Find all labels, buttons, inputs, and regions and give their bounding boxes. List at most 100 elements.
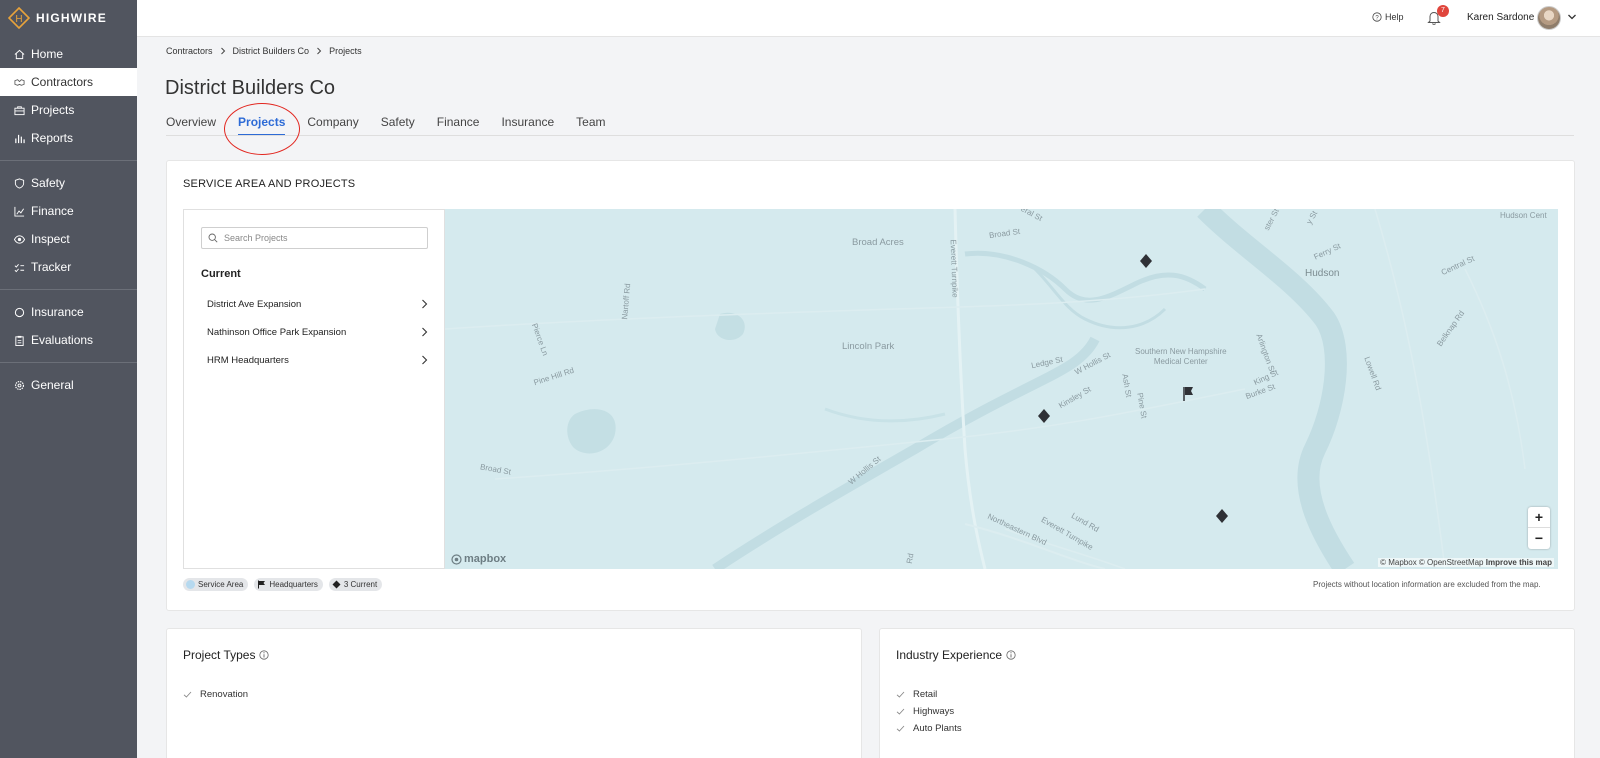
breadcrumb: Contractors District Builders Co Project… (166, 46, 362, 56)
chevron-right-icon (317, 47, 322, 55)
map-background (445, 209, 1526, 569)
search-input[interactable] (224, 233, 414, 243)
current-heading: Current (201, 268, 241, 280)
topbar: ? Help 7 Karen Sardone (137, 0, 1600, 37)
shield-icon (13, 177, 25, 189)
sidebar-item-tracker[interactable]: Tracker (0, 253, 137, 281)
search-icon (208, 233, 218, 243)
tab-insurance[interactable]: Insurance (501, 115, 554, 135)
industry-experience-title: Industry Experience (896, 648, 1003, 662)
map-label: Broad Acres (852, 237, 904, 248)
headquarters-flag-marker (1183, 387, 1193, 401)
tab-overview[interactable]: Overview (166, 115, 216, 135)
sidebar-item-label: Home (31, 47, 64, 61)
legend-label: Service Area (198, 580, 244, 589)
legend-headquarters: Headquarters (254, 578, 323, 591)
project-item-nathinson[interactable]: Nathinson Office Park Expansion (207, 322, 429, 342)
flag-icon (258, 580, 266, 589)
sidebar-item-label: Contractors (31, 75, 94, 89)
sidebar-divider (0, 362, 137, 363)
gear-icon (13, 379, 25, 391)
tab-finance[interactable]: Finance (437, 115, 480, 135)
project-name: Nathinson Office Park Expansion (207, 326, 347, 338)
chevron-right-icon (422, 327, 428, 337)
list-item: Renovation (183, 689, 248, 700)
sidebar-item-label: Finance (31, 204, 74, 218)
checklist-icon (13, 261, 25, 273)
sidebar-item-label: Insurance (31, 305, 84, 319)
brand-name: HIGHWIRE (36, 11, 107, 25)
map-label: Lincoln Park (842, 341, 895, 352)
sidebar-item-inspect[interactable]: Inspect (0, 225, 137, 253)
legend-label: Headquarters (269, 580, 318, 589)
home-icon (13, 48, 25, 60)
sidebar-item-safety[interactable]: Safety (0, 169, 137, 197)
clipboard-icon (13, 334, 25, 346)
sidebar-item-label: General (31, 378, 74, 392)
diamond-icon (332, 580, 341, 589)
list-item: Retail (896, 689, 937, 700)
breadcrumb-item-contractors[interactable]: Contractors (166, 46, 213, 56)
project-types-card (166, 628, 862, 758)
user-name[interactable]: Karen Sardone (1467, 12, 1534, 23)
help-link[interactable]: ? Help (1372, 12, 1404, 22)
service-area-map[interactable]: Broad Acres Broad St Everett Turnpike er… (445, 209, 1558, 569)
tab-company[interactable]: Company (307, 115, 358, 135)
sidebar-item-evaluations[interactable]: Evaluations (0, 326, 137, 354)
service-area-dot-icon (186, 580, 195, 589)
project-marker-diamond (1140, 254, 1152, 268)
map-label: Southern New Hampshire Medical Center (1135, 347, 1227, 366)
tab-bar: Overview Projects Company Safety Finance… (166, 115, 1574, 136)
project-item-hrm-headquarters[interactable]: HRM Headquarters (207, 350, 429, 370)
bar-chart-icon (13, 132, 25, 144)
briefcase-icon (13, 104, 25, 116)
industry-experience-heading: Industry Experience (896, 648, 1016, 662)
map-attribution: © Mapbox © OpenStreetMap Improve this ma… (1378, 558, 1554, 567)
sidebar-item-projects[interactable]: Projects (0, 96, 137, 124)
chevron-down-icon[interactable] (1567, 12, 1577, 22)
sidebar-item-contractors[interactable]: Contractors (0, 68, 137, 96)
sidebar-item-finance[interactable]: Finance (0, 197, 137, 225)
legend-current: 3 Current (328, 578, 383, 591)
project-item-district-ave[interactable]: District Ave Expansion (207, 294, 429, 314)
sidebar-divider (0, 289, 137, 290)
sidebar-item-insurance[interactable]: Insurance (0, 298, 137, 326)
industry-label: Highways (913, 706, 955, 717)
list-item: Auto Plants (896, 723, 962, 734)
industry-label: Retail (913, 689, 938, 700)
sidebar-item-label: Projects (31, 103, 75, 117)
attribution-text[interactable]: © Mapbox © OpenStreetMap (1380, 558, 1483, 567)
tab-safety[interactable]: Safety (381, 115, 415, 135)
map-label: Rd (904, 552, 916, 565)
help-label: Help (1385, 12, 1404, 22)
mapbox-logo-text: mapbox (464, 553, 507, 565)
brand-logo[interactable]: H HIGHWIRE (0, 0, 137, 36)
info-icon[interactable] (259, 650, 270, 660)
sidebar-item-general[interactable]: General (0, 371, 137, 399)
zoom-out-button[interactable]: − (1528, 528, 1550, 549)
circle-icon (13, 306, 25, 318)
map-label: Hudson (1305, 268, 1340, 279)
tab-team[interactable]: Team (576, 115, 605, 135)
sidebar-item-label: Reports (31, 131, 74, 145)
sidebar-item-reports[interactable]: Reports (0, 124, 137, 152)
sidebar: H HIGHWIRE Home Contractors Projects Rep… (0, 0, 137, 758)
service-area-title: SERVICE AREA AND PROJECTS (183, 178, 356, 190)
map-label: Hudson Cent (1500, 211, 1547, 220)
breadcrumb-item-company[interactable]: District Builders Co (233, 46, 310, 56)
check-icon (896, 691, 905, 698)
project-types-heading: Project Types (183, 648, 270, 662)
chevron-right-icon (422, 299, 428, 309)
check-icon (183, 691, 192, 698)
avatar[interactable] (1537, 6, 1561, 30)
zoom-in-button[interactable]: + (1528, 507, 1550, 528)
handshake-icon (13, 76, 25, 88)
mapbox-logo[interactable]: mapbox (451, 553, 506, 565)
tab-projects[interactable]: Projects (238, 115, 286, 135)
sidebar-item-home[interactable]: Home (0, 40, 137, 68)
help-icon: ? (1372, 12, 1382, 22)
info-icon[interactable] (1006, 650, 1016, 660)
zoom-control: + − (1528, 507, 1550, 549)
map-note: Projects without location information ar… (1313, 580, 1541, 589)
improve-map-link[interactable]: Improve this map (1486, 558, 1552, 567)
